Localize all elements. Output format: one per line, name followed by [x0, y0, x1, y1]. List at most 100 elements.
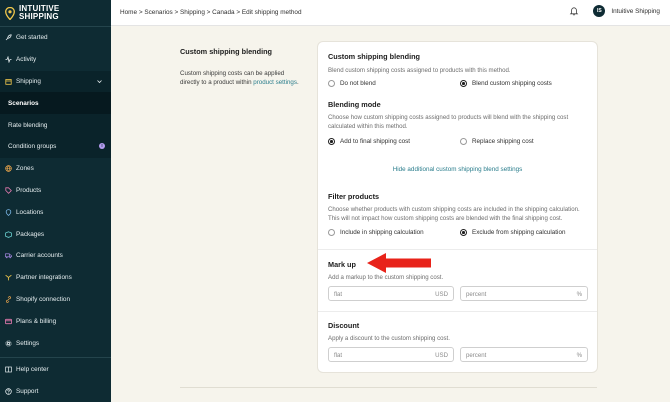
sidebar-item-label: Scenarios [8, 99, 39, 107]
radio-do-not-blend[interactable]: Do not blend [328, 80, 376, 87]
section-description: Custom shipping blending Custom shipping… [180, 47, 300, 87]
sidebar-item-label: Locations [16, 208, 44, 216]
sidebar-item-condition-groups[interactable]: Condition groups ! [0, 135, 111, 158]
radio-include-in-calculation[interactable]: Include in shipping calculation [328, 229, 424, 236]
filter-products-section: Filter products Choose whether products … [328, 192, 588, 236]
box-icon [5, 78, 12, 85]
radio-circle [328, 229, 335, 236]
tag-icon [5, 187, 12, 194]
radio-circle [460, 138, 467, 145]
sidebar-item-shopify-connection[interactable]: Shopify connection [0, 289, 111, 311]
sidebar-item-label: Shipping [16, 77, 41, 85]
page-bottom-divider [180, 387, 597, 388]
logo-pin-icon [5, 6, 15, 20]
gear-icon [5, 340, 12, 347]
percent-suffix: % [576, 291, 582, 298]
input-placeholder: flat [334, 352, 343, 359]
link-icon [5, 296, 12, 303]
sidebar-item-label: Get started [16, 34, 48, 42]
avatar[interactable]: IS [593, 5, 606, 17]
hide-blend-settings-link[interactable]: Hide additional custom shipping blend se… [318, 166, 597, 173]
discount-percent-input[interactable]: percent % [460, 347, 588, 362]
sidebar-item-label: Rate blending [8, 121, 48, 129]
input-placeholder: flat [334, 291, 343, 298]
sidebar-item-plans-billing[interactable]: Plans & billing [0, 310, 111, 332]
radio-add-to-final[interactable]: Add to final shipping cost [328, 138, 410, 145]
sidebar-item-label: Packages [16, 230, 45, 238]
radio-label: Add to final shipping cost [340, 138, 411, 145]
annotation-arrow-icon [367, 253, 431, 273]
filter-products-title: Filter products [328, 192, 380, 201]
sidebar-item-rate-blending[interactable]: Rate blending [0, 114, 111, 136]
card-icon [5, 318, 12, 325]
currency-suffix: USD [435, 352, 448, 359]
discount-help: Apply a discount to the custom shipping … [328, 335, 450, 342]
blending-help: Blend custom shipping costs assigned to … [328, 67, 511, 74]
currency-suffix: USD [435, 291, 448, 298]
sidebar-item-help-center[interactable]: Help center [0, 358, 111, 380]
sidebar-item-get-started[interactable]: Get started [0, 27, 111, 49]
sidebar-item-label: Condition groups [8, 143, 57, 151]
radio-label: Exclude from shipping calculation [472, 229, 566, 236]
product-settings-link[interactable]: product settings [253, 79, 297, 86]
sidebar-item-label: Support [16, 387, 39, 395]
radio-circle-selected [328, 138, 335, 145]
sidebar-item-support[interactable]: Support [0, 380, 111, 402]
sidebar-item-label: Plans & billing [16, 317, 57, 325]
top-bar: Home > Scenarios > Shipping > Canada > E… [111, 0, 670, 26]
radio-replace-shipping-cost[interactable]: Replace shipping cost [460, 138, 534, 145]
discount-section: Discount Apply a discount to the custom … [328, 321, 588, 343]
filter-products-help: Choose whether products with custom ship… [328, 206, 580, 222]
section-title: Custom shipping blending [180, 47, 273, 56]
sidebar-item-label: Partner integrations [16, 274, 72, 282]
user-area: IS Intuitive Shipping [569, 5, 660, 17]
sidebar-item-label: Zones [16, 165, 34, 173]
radio-circle-selected [460, 80, 467, 87]
info-badge: ! [99, 142, 105, 149]
section-divider [318, 311, 597, 312]
sidebar-item-label: Products [16, 186, 42, 194]
sidebar-item-shipping[interactable]: Shipping [0, 70, 111, 93]
sidebar-item-label: Help center [16, 365, 49, 373]
sidebar-item-products[interactable]: Products [0, 180, 111, 202]
bell-icon[interactable] [569, 6, 579, 16]
sidebar-item-label: Settings [16, 339, 40, 347]
sidebar-item-packages[interactable]: Packages [0, 223, 111, 245]
truck-icon [5, 252, 12, 259]
breadcrumb[interactable]: Home > Scenarios > Shipping > Canada > E… [120, 9, 302, 16]
sidebar-item-activity[interactable]: Activity [0, 49, 111, 71]
discount-flat-input[interactable]: flat USD [328, 347, 454, 362]
sidebar-item-label: Shopify connection [16, 295, 71, 303]
sidebar-item-locations[interactable]: Locations [0, 201, 111, 223]
sidebar-item-settings[interactable]: Settings [0, 332, 111, 354]
radio-circle-selected [460, 229, 467, 236]
sidebar-item-zones[interactable]: Zones [0, 158, 111, 180]
chevron-down-icon[interactable] [97, 79, 102, 84]
activity-icon [5, 56, 12, 64]
partner-icon [5, 274, 12, 281]
radio-blend-custom-shipping[interactable]: Blend custom shipping costs [460, 80, 552, 87]
section-description-text: Custom shipping costs can be applied dir… [180, 69, 300, 87]
blending-mode-help: Choose how custom shipping costs assigne… [328, 114, 569, 130]
sidebar-item-carrier-accounts[interactable]: Carrier accounts [0, 245, 111, 267]
settings-card: Custom shipping blending Blend custom sh… [318, 42, 597, 372]
user-name[interactable]: Intuitive Shipping [611, 8, 660, 15]
radio-label: Replace shipping cost [472, 138, 534, 145]
package-icon [5, 230, 12, 238]
radio-label: Blend custom shipping costs [472, 80, 552, 87]
radio-circle [328, 80, 335, 87]
custom-shipping-blending-section: Custom shipping blending Blend custom sh… [328, 52, 588, 87]
markup-flat-input[interactable]: flat USD [328, 286, 454, 301]
percent-suffix: % [576, 352, 582, 359]
input-placeholder: percent [466, 291, 487, 298]
radio-exclude-from-calculation[interactable]: Exclude from shipping calculation [460, 229, 565, 236]
sidebar-item-partner-integrations[interactable]: Partner integrations [0, 267, 111, 289]
sidebar: INTUITIVE SHIPPING Get started Activity … [0, 0, 111, 402]
markup-percent-input[interactable]: percent % [460, 286, 588, 301]
logo[interactable]: INTUITIVE SHIPPING [0, 0, 111, 26]
sidebar-item-scenarios[interactable]: Scenarios [0, 92, 111, 115]
blending-title: Custom shipping blending [328, 52, 421, 61]
sidebar-bottom: Help center Support [0, 357, 111, 402]
sidebar-item-label: Carrier accounts [16, 252, 63, 260]
markup-help: Add a markup to the custom shipping cost… [328, 274, 444, 281]
